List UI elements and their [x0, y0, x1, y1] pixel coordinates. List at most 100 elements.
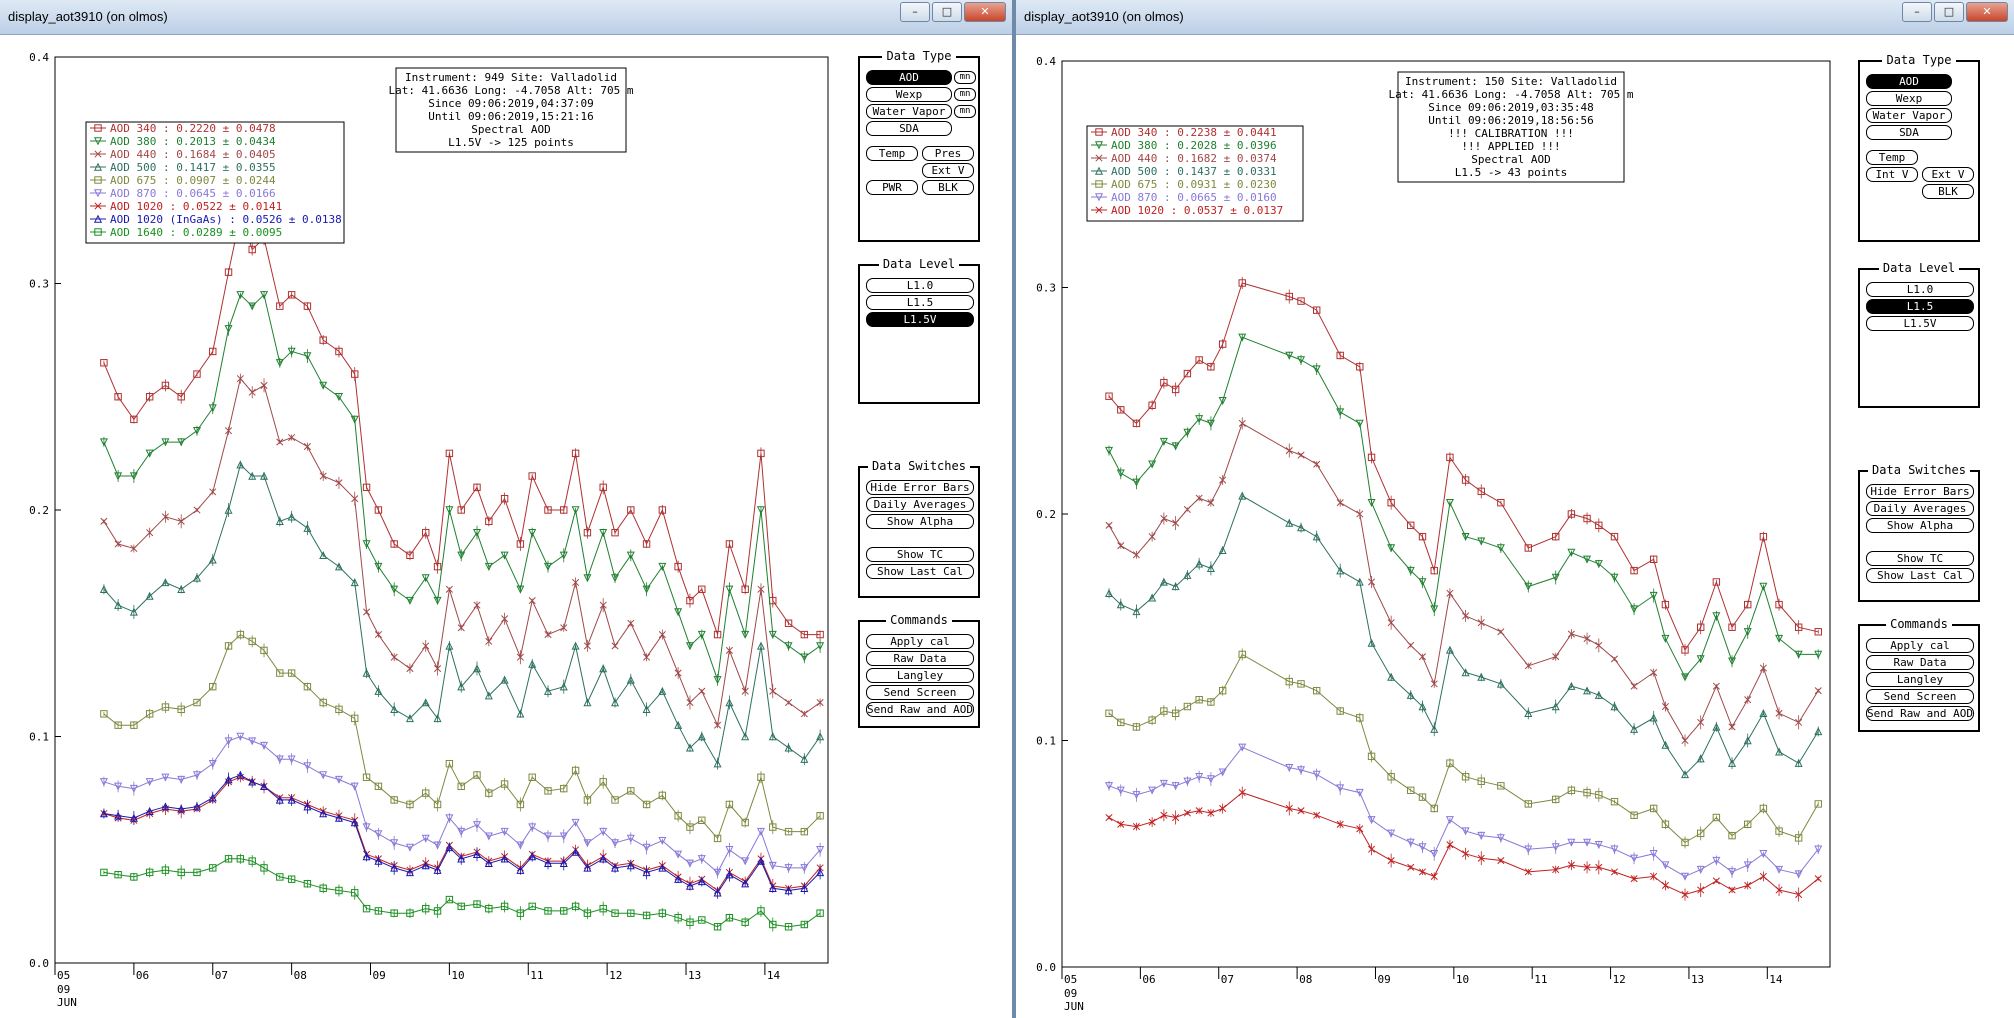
data-point: [1297, 451, 1305, 459]
close-icon[interactable]: ✕: [1966, 2, 2008, 22]
int-v-button[interactable]: Int V: [1866, 167, 1918, 182]
x-tick-label: 09: [1377, 973, 1390, 986]
aod-button[interactable]: AOD: [866, 70, 952, 85]
ext-v-button[interactable]: Ext V: [1922, 167, 1974, 182]
y-tick-label: 0.4: [1036, 55, 1056, 68]
level-l15v-button[interactable]: L1.5V: [866, 312, 974, 327]
temp-button[interactable]: Temp: [1866, 150, 1918, 165]
data-level-title: Data Level: [878, 257, 960, 271]
temp-button[interactable]: Temp: [866, 146, 918, 161]
aod-mn-button[interactable]: mn: [954, 71, 976, 84]
y-tick-label: 0.0: [1036, 961, 1056, 974]
level-l15v-button[interactable]: L1.5V: [1866, 316, 1974, 331]
show-last-cal-button[interactable]: Show Last Cal: [1866, 568, 1974, 583]
info-line: !!! APPLIED !!!: [1461, 140, 1560, 153]
show-alpha-button[interactable]: Show Alpha: [1866, 518, 1974, 533]
series-aod-500: [99, 460, 825, 770]
pres-button[interactable]: Pres: [922, 146, 974, 161]
series-aod-340: [100, 210, 824, 639]
aod-button[interactable]: AOD: [1866, 74, 1952, 89]
minimize-icon[interactable]: –: [900, 2, 930, 22]
pwr-button[interactable]: PWR: [866, 180, 918, 195]
legend-entry: AOD 1020 : 0.0537 ± 0.0137: [1111, 204, 1283, 217]
legend-entry: AOD 440 : 0.1682 ± 0.0374: [1111, 152, 1277, 165]
data-point: [1814, 687, 1822, 695]
data-type-panel: Data Type AOD mn Wexp mn Water Vapor mn …: [858, 49, 980, 242]
y-tick-label: 0.3: [1036, 282, 1056, 295]
daily-averages-button[interactable]: Daily Averages: [866, 497, 974, 512]
apply-cal-button[interactable]: Apply cal: [1866, 638, 1974, 653]
send-screen-button[interactable]: Send Screen: [866, 685, 974, 700]
raw-data-button[interactable]: Raw Data: [1866, 655, 1974, 670]
maximize-icon[interactable]: □: [932, 2, 962, 22]
x-tick-label: 12: [609, 969, 622, 982]
wexp-button[interactable]: Wexp: [1866, 91, 1952, 106]
langley-button[interactable]: Langley: [1866, 672, 1974, 687]
wexp-button[interactable]: Wexp: [866, 87, 952, 102]
level-l10-button[interactable]: L1.0: [866, 278, 974, 293]
blk-button[interactable]: BLK: [922, 180, 974, 195]
close-icon[interactable]: ✕: [964, 2, 1006, 22]
x-tick-label: 14: [1769, 973, 1783, 986]
series-line: [1108, 495, 1819, 776]
x-tick-label: 13: [688, 969, 701, 982]
data-point: [1407, 641, 1415, 649]
data-switches-title: Data Switches: [1868, 463, 1970, 477]
y-tick-label: 0.2: [29, 504, 49, 517]
show-tc-button[interactable]: Show TC: [866, 547, 974, 562]
series-line: [1108, 653, 1819, 844]
x-tick-label: 11: [530, 969, 543, 982]
data-point: [1105, 521, 1113, 529]
data-point: [193, 506, 201, 514]
data-point: [1497, 628, 1505, 636]
x-tick-label: 09: [373, 969, 386, 982]
raw-data-button[interactable]: Raw Data: [866, 651, 974, 666]
water-vapor-button[interactable]: Water Vapor: [1866, 108, 1952, 123]
data-point: [611, 642, 619, 650]
wexp-mn-button[interactable]: mn: [954, 88, 976, 101]
data-point: [276, 438, 284, 446]
series-line: [103, 293, 821, 681]
x-tick-label: 10: [1456, 973, 1469, 986]
ext-v-button[interactable]: Ext V: [922, 163, 974, 178]
title-bar[interactable]: display_aot3910 (on olmos) – □ ✕: [0, 0, 1012, 35]
daily-averages-button[interactable]: Daily Averages: [1866, 501, 1974, 516]
water-vapor-button[interactable]: Water Vapor: [866, 104, 952, 119]
hide-error-bars-button[interactable]: Hide Error Bars: [866, 480, 974, 495]
show-last-cal-button[interactable]: Show Last Cal: [866, 564, 974, 579]
level-l15-button[interactable]: L1.5: [1866, 299, 1974, 314]
data-type-title: Data Type: [882, 49, 956, 63]
x-tick-label: 06: [136, 969, 149, 982]
langley-button[interactable]: Langley: [866, 668, 974, 683]
title-bar[interactable]: display_aot3910 (on olmos) – □ ✕: [1016, 0, 2014, 35]
send-raw-and-aod-button[interactable]: Send Raw and AOD: [866, 702, 974, 717]
level-l15-button[interactable]: L1.5: [866, 295, 974, 310]
data-level-panel: Data Level L1.0 L1.5 L1.5V: [858, 257, 980, 404]
y-tick-label: 0.1: [1036, 735, 1056, 748]
minimize-icon[interactable]: –: [1902, 2, 1932, 22]
blk-button[interactable]: BLK: [1922, 184, 1974, 199]
send-raw-and-aod-button[interactable]: Send Raw and AOD: [1866, 706, 1974, 721]
level-l10-button[interactable]: L1.0: [1866, 282, 1974, 297]
info-line: Since 09:06:2019,03:35:48: [1428, 101, 1594, 114]
hide-error-bars-button[interactable]: Hide Error Bars: [1866, 484, 1974, 499]
y-tick-label: 0.0: [29, 957, 49, 970]
x-date-label: JUN: [1064, 1000, 1084, 1013]
legend: AOD 340 : 0.2220 ± 0.0478AOD 380 : 0.201…: [85, 121, 345, 244]
sda-button[interactable]: SDA: [1866, 125, 1952, 140]
data-level-title: Data Level: [1878, 261, 1960, 275]
show-alpha-button[interactable]: Show Alpha: [866, 514, 974, 529]
legend-entry: AOD 380 : 0.2028 ± 0.0396: [1111, 139, 1277, 152]
maximize-icon[interactable]: □: [1934, 2, 1964, 22]
x-tick-label: 08: [294, 969, 307, 982]
show-tc-button[interactable]: Show TC: [1866, 551, 1974, 566]
sda-button[interactable]: SDA: [866, 121, 952, 136]
x-tick-label: 05: [57, 969, 70, 982]
apply-cal-button[interactable]: Apply cal: [866, 634, 974, 649]
legend-entry: AOD 500 : 0.1437 ± 0.0331: [1111, 165, 1277, 178]
water-vapor-mn-button[interactable]: mn: [954, 105, 976, 118]
send-screen-button[interactable]: Send Screen: [1866, 689, 1974, 704]
info-line: Until 09:06:2019,15:21:16: [428, 110, 594, 123]
window-title: display_aot3910 (on olmos): [1024, 9, 1184, 24]
info-line: Until 09:06:2019,18:56:56: [1428, 114, 1594, 127]
